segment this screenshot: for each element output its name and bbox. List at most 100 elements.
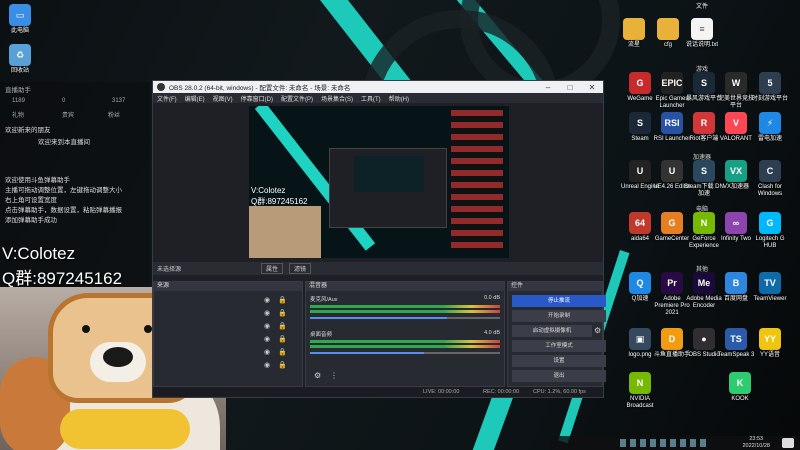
visibility-eye-icon[interactable]: ◉: [264, 323, 270, 330]
desktop-app-icon[interactable]: C Clash for Windows: [750, 160, 790, 198]
menu-docks[interactable]: 停靠窗口(D): [241, 94, 273, 103]
app-icon-label: NVIDIA Broadcast: [626, 396, 654, 409]
source-row[interactable]: ◉ 🔒: [264, 296, 300, 306]
desktop-icon-this-pc[interactable]: ▭ 此电脑: [0, 4, 40, 35]
mixer-channel-name: 麦克风/Aux: [310, 297, 338, 303]
obs-window[interactable]: OBS 28.0.2 (64-bit, windows) - 配置文件: 未命名…: [152, 80, 606, 398]
app-icon-label: KOOK: [731, 396, 749, 402]
exit-button[interactable]: 退出: [512, 370, 606, 382]
minimize-button[interactable]: –: [537, 83, 559, 92]
app-icon: G: [661, 212, 683, 234]
visibility-eye-icon[interactable]: ◉: [264, 297, 270, 304]
desktop-app-icon[interactable]: G Logitech G HUB: [750, 212, 790, 250]
maximize-button[interactable]: □: [559, 83, 581, 92]
start-virtual-camera-button[interactable]: 启动虚拟摄像机: [512, 325, 592, 337]
chat-stat-followers: 3137: [112, 98, 126, 104]
desktop-app-icon[interactable]: YY YY语音: [750, 328, 790, 359]
visibility-eye-icon[interactable]: ◉: [264, 310, 270, 317]
visibility-eye-icon[interactable]: ◉: [264, 336, 270, 343]
visibility-eye-icon[interactable]: ◉: [264, 349, 270, 356]
controls-dock: 控件 停止推流 开始录制 启动虚拟摄像机 ⚙ 工作室模式 设置 退出: [507, 281, 606, 387]
source-row[interactable]: ◉ 🔒: [264, 335, 300, 345]
desktop-folder-files[interactable]: 文件: [682, 4, 722, 11]
menu-file[interactable]: 文件(F): [157, 94, 177, 103]
app-icon: C: [759, 160, 781, 182]
lock-icon[interactable]: 🔒: [278, 349, 287, 356]
promo-qq-group: Q群:897245162: [2, 269, 123, 288]
app-icon: ▣: [629, 328, 651, 350]
chat-message: 欢迎来到本直播间: [38, 139, 90, 146]
app-icon: K: [729, 372, 751, 394]
mixer-dock-title: 混音器: [306, 282, 504, 291]
source-row[interactable]: ◉ 🔒: [264, 348, 300, 358]
start-recording-button[interactable]: 开始录制: [512, 310, 606, 322]
app-icon: D: [661, 328, 683, 350]
app-icon: ●: [693, 328, 715, 350]
chat-tab-gifts[interactable]: 礼物: [12, 110, 24, 119]
lock-icon[interactable]: 🔒: [278, 362, 287, 369]
source-row[interactable]: ◉ 🔒: [264, 322, 300, 332]
menu-scene-collection[interactable]: 场景集合(S): [321, 94, 353, 103]
taskbar-clock[interactable]: 23:53 2022/10/28: [742, 436, 770, 450]
app-icon: TV: [759, 272, 781, 294]
volume-slider[interactable]: [310, 317, 500, 319]
app-icon: ⚡: [759, 112, 781, 134]
chat-tab-fans[interactable]: 粉丝: [108, 110, 120, 119]
source-row[interactable]: ◉ 🔒: [264, 361, 300, 371]
menu-tools[interactable]: 工具(T): [361, 94, 381, 103]
app-icon: ∞: [725, 212, 747, 234]
menu-edit[interactable]: 编辑(E): [185, 94, 205, 103]
desktop-app-icon[interactable]: ⚡ 雷电加速: [750, 112, 790, 143]
preview-promo-wechat: V:Colotez: [251, 186, 286, 195]
desktop-icon-recycle-bin[interactable]: ♻ 回收站: [0, 44, 40, 75]
mixer-menu-icon[interactable]: ⋮: [330, 371, 338, 380]
menu-profile[interactable]: 配置文件(P): [281, 94, 313, 103]
desktop-app-icon[interactable]: TV TeamViewer: [750, 272, 790, 303]
tray-icons[interactable]: [620, 439, 710, 447]
chat-tab-vip[interactable]: 贵宾: [62, 110, 74, 119]
menu-help[interactable]: 帮助(H): [389, 94, 409, 103]
obs-preview-canvas[interactable]: V:Colotez Q群:897245162: [249, 106, 509, 258]
notification-icon[interactable]: [782, 438, 794, 448]
volume-slider[interactable]: [310, 352, 500, 354]
app-icon: 5: [759, 72, 781, 94]
app-icon: 64: [629, 212, 651, 234]
chat-message: 点击弹幕助手，数据设置，粘贴弹幕播报: [5, 207, 122, 214]
app-icon: U: [629, 160, 651, 182]
lock-icon[interactable]: 🔒: [278, 336, 287, 343]
lock-icon[interactable]: 🔒: [278, 297, 287, 304]
chat-message: 主播可拖动调整位置，左键拖动调整大小: [5, 187, 122, 194]
desktop-app-icon[interactable]: N NVIDIA Broadcast: [620, 372, 660, 410]
app-icon: EPIC: [661, 72, 683, 94]
app-icon-label: 时刻游戏平台: [751, 96, 788, 102]
app-icon: U: [661, 160, 683, 182]
obs-titlebar[interactable]: OBS 28.0.2 (64-bit, windows) - 配置文件: 未命名…: [153, 81, 603, 93]
menu-view[interactable]: 视图(V): [213, 94, 233, 103]
filters-button[interactable]: 滤镜: [289, 263, 312, 274]
properties-button[interactable]: 属性: [261, 263, 284, 274]
virtual-camera-settings-icon[interactable]: ⚙: [594, 326, 601, 335]
desktop-app-icon[interactable]: 5 时刻游戏平台: [750, 72, 790, 103]
source-row[interactable]: ◉ 🔒: [264, 309, 300, 319]
desktop-file-txt[interactable]: ≡ 说话说明.txt: [682, 18, 722, 49]
app-icon: YY: [759, 328, 781, 350]
stop-streaming-button[interactable]: 停止推流: [512, 295, 606, 307]
app-icon: Pr: [661, 272, 683, 294]
visibility-eye-icon[interactable]: ◉: [264, 362, 270, 369]
mixer-settings-icon[interactable]: ⚙: [314, 371, 321, 380]
mixer-channel: 麦克风/Aux 0.0 dB: [310, 295, 500, 319]
volume-meter: [310, 340, 500, 343]
lock-icon[interactable]: 🔒: [278, 310, 287, 317]
no-source-selected-label: 未选择源: [157, 267, 182, 273]
settings-button[interactable]: 设置: [512, 355, 606, 367]
studio-mode-button[interactable]: 工作室模式: [512, 340, 606, 352]
lock-icon[interactable]: 🔒: [278, 323, 287, 330]
preview-nested-preview: [354, 156, 424, 192]
dog-eye: [82, 325, 90, 333]
text-file-icon: ≡: [691, 18, 713, 40]
app-icon: VX: [725, 160, 747, 182]
close-button[interactable]: ✕: [581, 83, 603, 92]
recycle-bin-icon: ♻: [9, 44, 31, 66]
desktop-app-icon[interactable]: K KOOK: [720, 372, 760, 403]
cpu-fps: CPU: 1.2%, 60.00 fps: [533, 389, 586, 395]
